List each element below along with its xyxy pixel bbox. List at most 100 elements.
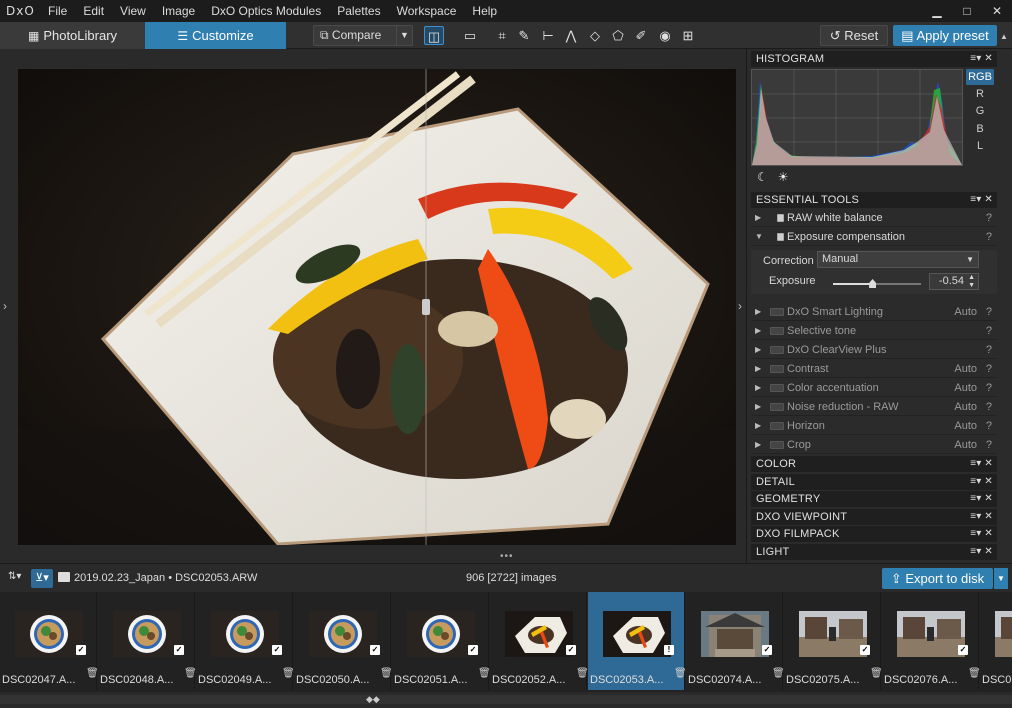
tool-row[interactable]: ▶ Horizon Auto? bbox=[751, 417, 997, 435]
trash-icon[interactable]: 🗑 bbox=[674, 668, 687, 679]
palette-controls-icon[interactable]: ≡▾ ✕ bbox=[970, 491, 993, 507]
filter-button[interactable]: ⊻▾ bbox=[31, 569, 53, 588]
palette-section-header[interactable]: DXO FILMPACK ≡▾ ✕ bbox=[751, 526, 997, 542]
palette-section-header[interactable]: DXO VIEWPOINT ≡▾ ✕ bbox=[751, 508, 997, 525]
palette-controls-icon[interactable]: ≡▾ ✕ bbox=[970, 474, 993, 490]
filmstrip-thumbnail[interactable]: ✓ 🗑 DSC02052.A... bbox=[478, 592, 587, 690]
export-to-disk-button[interactable]: ⇪ Export to disk bbox=[882, 568, 993, 589]
reset-button[interactable]: ↺ Reset bbox=[820, 25, 888, 46]
help-icon[interactable]: ? bbox=[986, 436, 992, 454]
help-icon[interactable]: ? bbox=[986, 360, 992, 378]
help-icon[interactable]: ? bbox=[986, 379, 992, 397]
tool-toggle[interactable] bbox=[770, 384, 784, 392]
tool-toggle[interactable] bbox=[770, 308, 784, 316]
correction-select[interactable]: Manual ▼ bbox=[817, 251, 979, 268]
palette-controls-icon[interactable]: ≡▾ ✕ bbox=[970, 51, 993, 67]
help-icon[interactable]: ? bbox=[986, 417, 992, 435]
perspective-icon[interactable]: ⋀ bbox=[561, 26, 581, 45]
horizon-icon[interactable]: ⊢ bbox=[538, 26, 558, 45]
palette-controls-icon[interactable]: ≡▾ ✕ bbox=[970, 526, 993, 542]
tool-toggle[interactable] bbox=[770, 422, 784, 430]
tool-row[interactable]: ▶ DxO ClearView Plus? bbox=[751, 341, 997, 359]
expand-arrow-icon[interactable]: ▶ bbox=[755, 379, 761, 397]
exposure-slider[interactable] bbox=[833, 279, 921, 288]
menu-edit[interactable]: Edit bbox=[75, 0, 112, 22]
masks-icon[interactable]: ⊞ bbox=[678, 26, 698, 45]
help-icon[interactable]: ? bbox=[986, 398, 992, 416]
trash-icon[interactable]: 🗑 bbox=[86, 668, 99, 679]
filmstrip-thumbnail[interactable]: ✓🗑DSC0... bbox=[968, 592, 1012, 690]
help-icon[interactable]: ? bbox=[986, 341, 992, 359]
menu-optics-modules[interactable]: DxO Optics Modules bbox=[203, 0, 329, 22]
expand-arrow-icon[interactable]: ▶ bbox=[755, 303, 761, 321]
export-dropdown-icon[interactable]: ▼ bbox=[994, 568, 1008, 589]
channel-r[interactable]: R bbox=[966, 86, 994, 102]
filmstrip-thumbnail[interactable]: ✓ 🗑 DSC02074.A... bbox=[674, 592, 783, 690]
palette-controls-icon[interactable]: ≡▾ ✕ bbox=[970, 192, 993, 208]
palette-section-header[interactable]: LIGHT ≡▾ ✕ bbox=[751, 543, 997, 560]
palette-controls-icon[interactable]: ≡▾ ✕ bbox=[970, 509, 993, 525]
viewer-resize-handle[interactable]: ••• bbox=[500, 551, 514, 562]
repair-icon[interactable]: ✐ bbox=[631, 26, 651, 45]
trash-icon[interactable]: 🗑 bbox=[282, 668, 295, 679]
expand-arrow-icon[interactable]: ▶ bbox=[755, 209, 761, 227]
image-viewer[interactable]: › › ••• bbox=[0, 49, 745, 563]
expand-arrow-icon[interactable]: ▶ bbox=[755, 398, 761, 416]
maximize-button[interactable]: □ bbox=[952, 0, 982, 22]
expand-arrow-icon[interactable]: ▶ bbox=[755, 360, 761, 378]
shadow-clipping-icon[interactable]: ☾ bbox=[757, 170, 768, 184]
histogram-header[interactable]: HISTOGRAM ≡▾ ✕ bbox=[751, 51, 997, 67]
tool-row[interactable]: ▶ Noise reduction - RAW Auto? bbox=[751, 398, 997, 416]
compare-button[interactable]: ⧉ Compare ▼ bbox=[313, 25, 413, 46]
split-view-icon[interactable]: ◫ bbox=[424, 26, 444, 45]
trash-icon[interactable]: 🗑 bbox=[478, 668, 491, 679]
tool-row[interactable]: ▶ Color accentuation Auto? bbox=[751, 379, 997, 397]
filmstrip-thumbnail[interactable]: ✓ 🗑 DSC02048.A... bbox=[86, 592, 195, 690]
collapse-arrow-icon[interactable]: ▼ bbox=[755, 228, 763, 246]
menu-view[interactable]: View bbox=[112, 0, 154, 22]
trash-icon[interactable]: 🗑 bbox=[772, 668, 785, 679]
filmstrip-thumbnail[interactable]: ✓ 🗑 DSC02050.A... bbox=[282, 592, 391, 690]
stepper-icon[interactable]: ▲ ▼ bbox=[968, 274, 975, 290]
filmstrip[interactable]: ✓ DSC02047.A... ✓ 🗑 DSC02048.A... ✓ 🗑 DSC02049.… bbox=[0, 592, 1012, 692]
help-icon[interactable]: ? bbox=[986, 228, 992, 246]
palette-controls-icon[interactable]: ≡▾ ✕ bbox=[970, 456, 993, 472]
apply-preset-button[interactable]: ▤ Apply preset bbox=[893, 25, 997, 46]
channel-l[interactable]: L bbox=[966, 138, 994, 154]
tool-exposure-compensation[interactable]: ▼ Exposure compensation ? bbox=[751, 228, 997, 246]
trash-icon[interactable]: 🗑 bbox=[870, 668, 883, 679]
menu-help[interactable]: Help bbox=[464, 0, 505, 22]
help-icon[interactable]: ? bbox=[986, 209, 992, 227]
channel-b[interactable]: B bbox=[966, 121, 994, 137]
right-panel-toggle-icon[interactable]: › bbox=[738, 299, 742, 313]
scrollbar-track[interactable] bbox=[0, 695, 1012, 704]
help-icon[interactable]: ? bbox=[986, 322, 992, 340]
tab-photolibrary[interactable]: ▦ PhotoLibrary bbox=[0, 22, 145, 49]
trash-icon[interactable]: 🗑 bbox=[968, 668, 981, 679]
tool-toggle[interactable] bbox=[770, 441, 784, 449]
resize-handle-icon[interactable]: ◆◆ bbox=[366, 694, 380, 705]
trash-icon[interactable]: 🗑 bbox=[184, 668, 197, 679]
eyedropper-icon[interactable]: ✎ bbox=[514, 26, 534, 45]
sort-icon[interactable]: ⇅▾ bbox=[8, 571, 21, 582]
menu-image[interactable]: Image bbox=[154, 0, 203, 22]
tool-row[interactable]: ▶ Crop Auto? bbox=[751, 436, 997, 454]
tool-toggle[interactable] bbox=[777, 214, 784, 222]
auto-label[interactable]: Auto bbox=[954, 398, 977, 416]
eye-icon[interactable]: ◉ bbox=[655, 26, 675, 45]
palette-section-header[interactable]: DETAIL ≡▾ ✕ bbox=[751, 473, 997, 490]
auto-label[interactable]: Auto bbox=[954, 436, 977, 454]
tool-toggle[interactable] bbox=[777, 233, 784, 241]
main-photo[interactable] bbox=[18, 69, 736, 545]
filmstrip-thumbnail[interactable]: ✓ 🗑 DSC02076.A... bbox=[870, 592, 979, 690]
menu-workspace[interactable]: Workspace bbox=[389, 0, 465, 22]
trash-icon[interactable]: 🗑 bbox=[380, 668, 393, 679]
volume-deformation-icon[interactable]: ◇ bbox=[585, 26, 605, 45]
trash-icon[interactable]: 🗑 bbox=[576, 668, 589, 679]
filmstrip-scrollbar[interactable]: ◆◆ bbox=[0, 692, 1012, 708]
filmstrip-thumbnail[interactable]: ! 🗑 DSC02053.A... bbox=[576, 592, 685, 690]
expand-arrow-icon[interactable]: ▶ bbox=[755, 322, 761, 340]
local-adjustments-icon[interactable]: ⬠ bbox=[608, 26, 628, 45]
tab-customize[interactable]: ☰ Customize bbox=[145, 22, 286, 49]
tool-row[interactable]: ▶ Selective tone? bbox=[751, 322, 997, 340]
